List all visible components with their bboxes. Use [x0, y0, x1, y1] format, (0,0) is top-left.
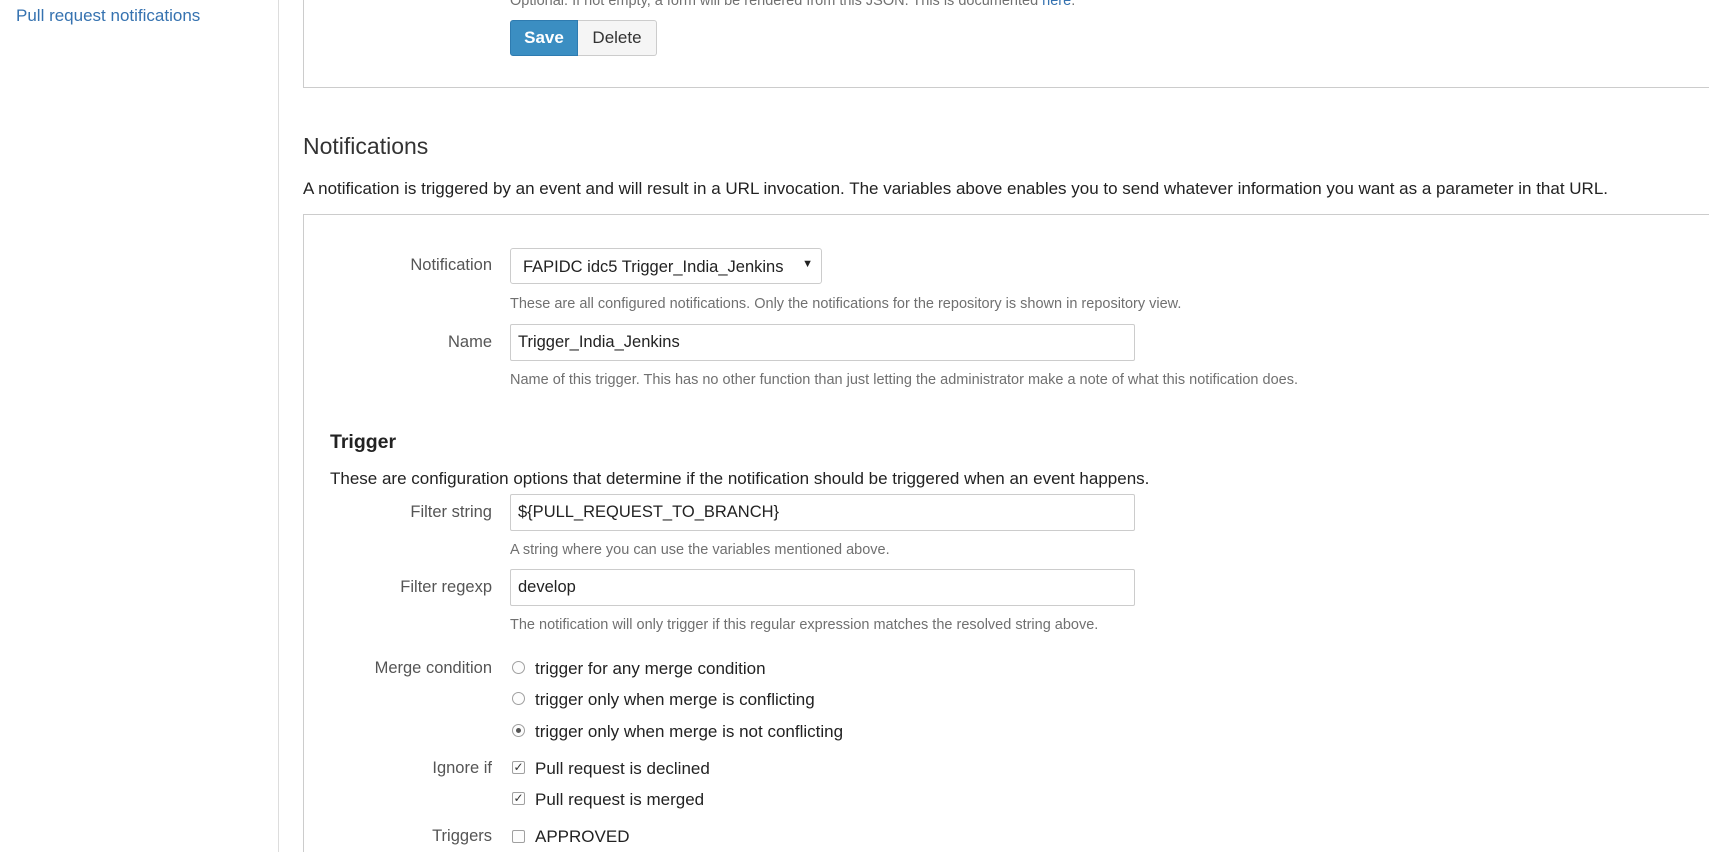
filter-regexp-label: Filter regexp: [400, 578, 492, 596]
trigger-title: Trigger: [330, 431, 397, 453]
merge-any-label[interactable]: trigger for any merge condition: [535, 659, 766, 679]
notifications-description: A notification is triggered by an event …: [303, 179, 1609, 198]
save-button[interactable]: Save: [510, 20, 578, 56]
name-label: Name: [447, 333, 492, 351]
notifications-title: Notifications: [303, 133, 429, 159]
merge-not-conflicting-label[interactable]: trigger only when merge is not conflicti…: [535, 722, 843, 742]
ignore-if-label: Ignore if: [432, 759, 492, 777]
dropdown-arrow-icon: ▼: [802, 258, 813, 270]
name-hint: Name of this trigger. This has no other …: [510, 372, 1298, 388]
merge-conflicting-label[interactable]: trigger only when merge is conflicting: [535, 690, 815, 710]
notification-selected-value: FAPIDC idc5 Trigger_India_Jenkins: [523, 258, 784, 276]
ignore-merged-label[interactable]: Pull request is merged: [535, 790, 704, 810]
notification-hint: These are all configured notifications. …: [510, 296, 1182, 312]
merge-condition-label: Merge condition: [374, 659, 492, 677]
sidebar-item-pull-request-notifications[interactable]: Pull request notifications: [16, 6, 200, 26]
filter-string-input[interactable]: ${PULL_REQUEST_TO_BRANCH}: [510, 494, 1135, 531]
notification-select[interactable]: FAPIDC idc5 Trigger_India_Jenkins ▼: [510, 248, 822, 284]
ignore-merged-checkbox[interactable]: ✓: [512, 792, 525, 805]
filter-regexp-hint: The notification will only trigger if th…: [510, 617, 1099, 633]
ignore-declined-checkbox[interactable]: ✓: [512, 761, 525, 774]
checkmark-icon: ✓: [513, 760, 524, 774]
filter-string-label: Filter string: [410, 503, 492, 521]
trigger-approved-checkbox[interactable]: [512, 830, 525, 843]
triggers-label: Triggers: [432, 827, 492, 845]
checkmark-icon: ✓: [513, 791, 524, 805]
documentation-link[interactable]: here: [1042, 0, 1071, 9]
merge-not-conflicting-radio[interactable]: [512, 724, 525, 737]
trigger-approved-label[interactable]: APPROVED: [535, 827, 629, 847]
page: Pull request notifications Optional. If …: [0, 0, 1709, 852]
form-hint-text: Optional. If not empty, a form will be r…: [510, 0, 1043, 9]
merge-conflicting-radio[interactable]: [512, 692, 525, 705]
ignore-declined-label[interactable]: Pull request is declined: [535, 759, 710, 779]
merge-any-radio[interactable]: [512, 661, 525, 674]
sidebar: Pull request notifications: [0, 0, 279, 852]
name-input[interactable]: Trigger_India_Jenkins: [510, 324, 1135, 361]
notification-label: Notification: [410, 256, 492, 274]
form-hint: Optional. If not empty, a form will be r…: [510, 0, 1075, 9]
delete-button[interactable]: Delete: [578, 20, 657, 56]
filter-regexp-input[interactable]: develop: [510, 569, 1135, 606]
filter-string-hint: A string where you can use the variables…: [510, 542, 890, 558]
trigger-description: These are configuration options that det…: [330, 469, 1150, 488]
form-hint-end: .: [1071, 0, 1076, 9]
